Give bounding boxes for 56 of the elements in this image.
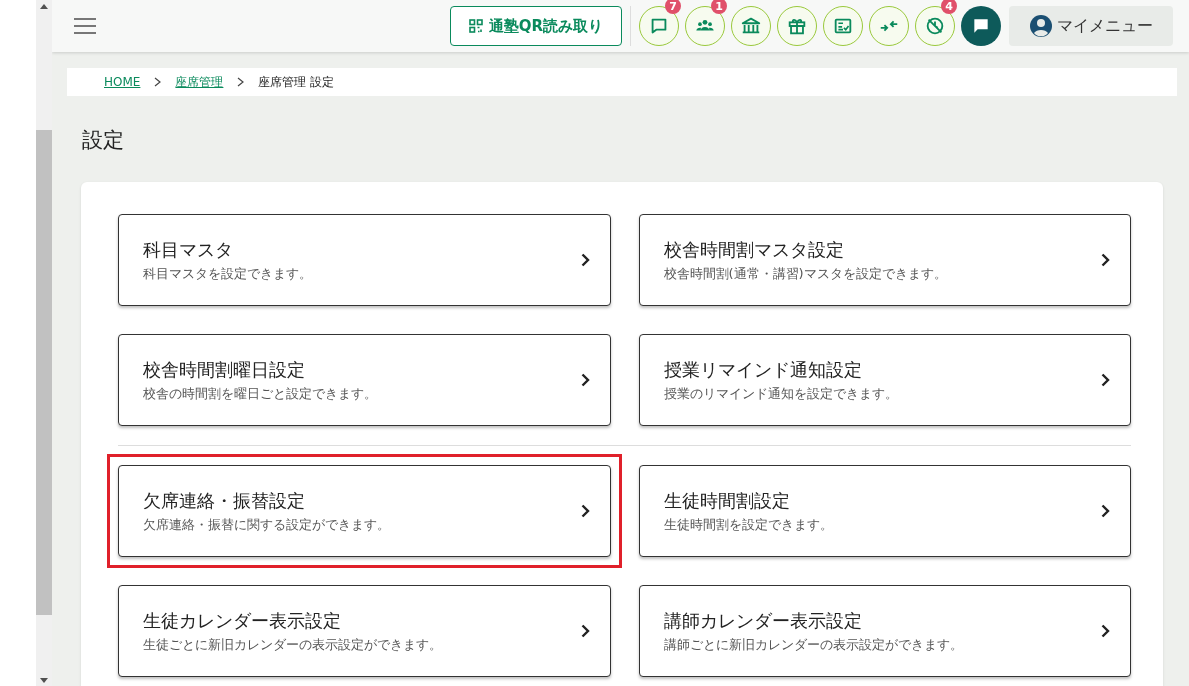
- settings-tile[interactable]: 校舎時間割マスタ設定 校舎時間割(通常・講習)マスタを設定できます。: [638, 214, 1131, 306]
- checklist-button[interactable]: [823, 6, 863, 46]
- settings-tile[interactable]: 生徒時間割設定 生徒時間割を設定できます。: [638, 465, 1131, 557]
- chevron-right-icon: [580, 253, 590, 267]
- clock-off-icon: [924, 15, 946, 37]
- settings-tile[interactable]: 講師カレンダー表示設定 講師ごとに新旧カレンダーの表示設定ができます。: [638, 585, 1131, 677]
- tile-description: 科目マスタを設定できます。: [143, 264, 313, 283]
- qr-code-icon: [468, 19, 483, 33]
- tile-title: 講師カレンダー表示設定: [663, 608, 863, 633]
- menu-icon[interactable]: [74, 18, 96, 34]
- qr-scan-button[interactable]: 通塾QR読み取り: [449, 6, 622, 46]
- settings-tile[interactable]: 生徒カレンダー表示設定 生徒ごとに新旧カレンダーの表示設定ができます。: [118, 585, 611, 677]
- scroll-up-icon[interactable]: [40, 3, 48, 9]
- breadcrumb-current: 座席管理 設定: [258, 73, 335, 91]
- chevron-right-icon: [1101, 373, 1110, 387]
- tile-title: 科目マスタ: [143, 237, 234, 262]
- tile-title: 生徒時間割設定: [663, 488, 791, 513]
- account-icon: [1029, 14, 1053, 38]
- arrows-inward-button[interactable]: [869, 6, 909, 46]
- tile-description: 生徒時間割を設定できます。: [663, 515, 834, 534]
- tile-title: 授業リマインド通知設定: [663, 357, 863, 382]
- tile-description: 講師ごとに新旧カレンダーの表示設定ができます。: [663, 635, 964, 654]
- tile-description: 校舎の時間割を曜日ごと設定できます。: [143, 384, 378, 403]
- chevron-right-icon: [1101, 504, 1110, 518]
- chevron-right-icon: [580, 373, 590, 387]
- tile-description: 生徒ごとに新旧カレンダーの表示設定ができます。: [143, 635, 443, 654]
- settings-tile[interactable]: 授業リマインド通知設定 授業のリマインド通知を設定できます。: [638, 334, 1131, 426]
- chevron-right-icon: [580, 624, 590, 638]
- settings-tile[interactable]: 欠席連絡・振替設定 欠席連絡・振替に関する設定ができます。: [118, 465, 611, 557]
- chevron-right-icon: [1101, 253, 1110, 267]
- scrollbar[interactable]: [36, 0, 52, 686]
- tile-description: 校舎時間割(通常・講習)マスタを設定できます。: [663, 264, 948, 283]
- count-badge: 1: [711, 0, 727, 14]
- tile-description: 授業のリマインド通知を設定できます。: [663, 384, 899, 403]
- my-menu-button[interactable]: マイメニュー: [1009, 6, 1173, 46]
- chat-button[interactable]: [961, 6, 1001, 46]
- tile-title: 生徒カレンダー表示設定: [143, 608, 342, 633]
- settings-tile[interactable]: 校舎時間割曜日設定 校舎の時間割を曜日ごと設定できます。: [118, 334, 611, 426]
- tile-title: 欠席連絡・振替設定: [143, 488, 306, 513]
- scrollbar-thumb[interactable]: [36, 130, 52, 615]
- gift-button[interactable]: [777, 6, 817, 46]
- count-badge: 7: [665, 0, 681, 14]
- building-button[interactable]: [731, 6, 771, 46]
- chevron-right-icon: [1101, 624, 1110, 638]
- chevron-right-icon: [580, 504, 590, 518]
- chevron-right-icon: [237, 77, 245, 87]
- tile-title: 校舎時間割マスタ設定: [663, 237, 845, 262]
- scroll-down-icon[interactable]: [40, 677, 48, 683]
- chevron-right-icon: [154, 77, 162, 87]
- count-badge: 4: [941, 0, 957, 14]
- breadcrumb-link[interactable]: 座席管理: [175, 73, 224, 91]
- tile-description: 欠席連絡・振替に関する設定ができます。: [143, 515, 391, 534]
- tile-title: 校舎時間割曜日設定: [143, 357, 306, 382]
- page-title: 設定: [82, 127, 125, 154]
- settings-tile[interactable]: 科目マスタ 科目マスタを設定できます。: [118, 214, 611, 306]
- breadcrumb-link[interactable]: HOME: [104, 75, 141, 89]
